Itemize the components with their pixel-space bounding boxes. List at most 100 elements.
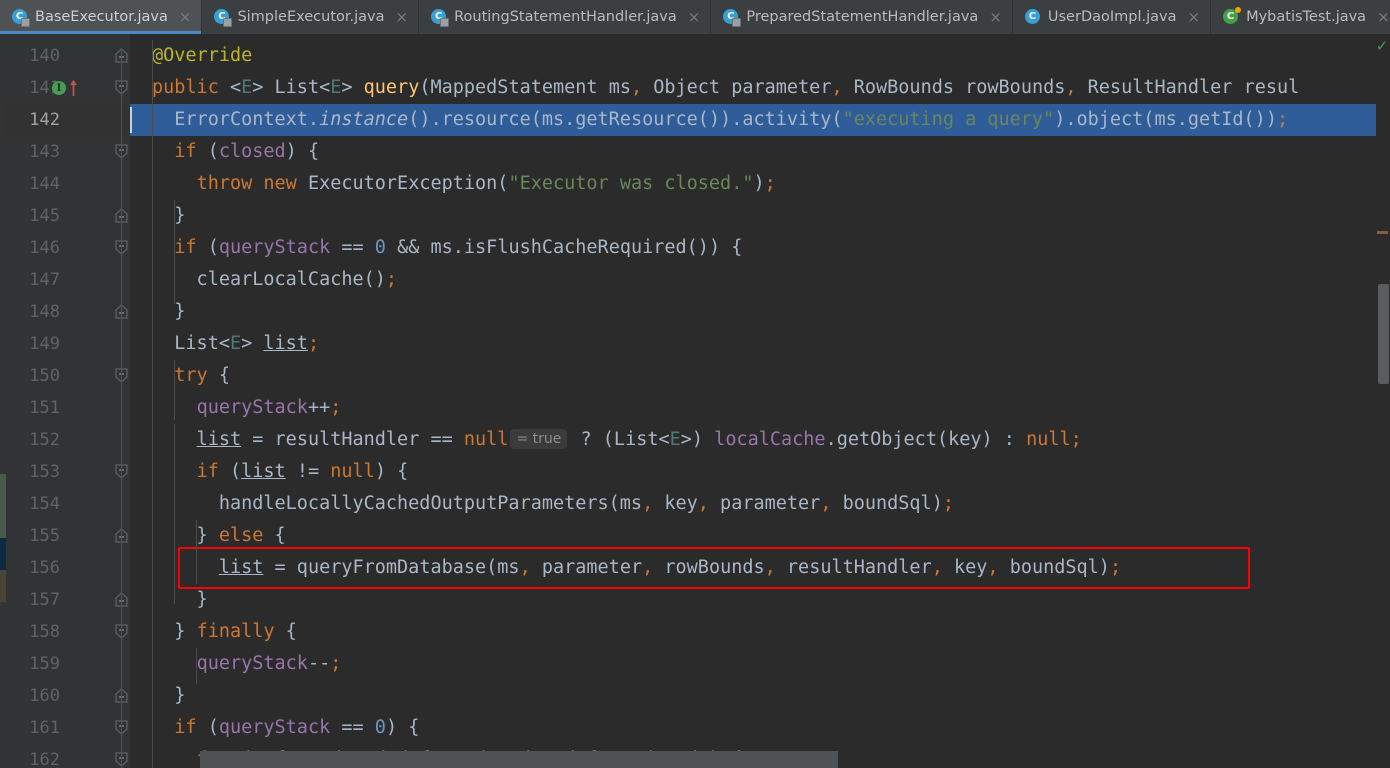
editor-tab-userdaoimpl[interactable]: C UserDaoImpl.java × [1012,0,1212,34]
line-number: 158 [29,622,60,642]
code-line-144[interactable]: throw new ExecutorException("Executor wa… [152,168,776,200]
gutter-line-149[interactable]: 149 [6,328,130,360]
editor-tab-label: BaseExecutor.java [35,8,168,25]
code-line-141[interactable]: public <E> List<E> query(MappedStatement… [152,72,1299,104]
gutter-line-159[interactable]: 159 [6,648,130,680]
tab-close-icon[interactable]: × [688,9,701,25]
line-number: 161 [29,718,60,738]
gutter-line-141[interactable]: 141 I [6,72,130,104]
line-number: 148 [29,302,60,322]
editor-tab-label: RoutingStatementHandler.java [454,8,677,25]
gutter-line-142[interactable]: 142 [6,104,130,136]
line-number: 154 [29,494,60,514]
code-line-149[interactable]: List<E> list; [152,328,319,360]
code-line-158[interactable]: } finally { [152,616,297,648]
code-line-145[interactable]: } [152,200,185,232]
editor-tab-baseexecutor[interactable]: C BaseExecutor.java × [0,0,203,34]
code-line-161[interactable]: if (queryStack == 0) { [152,712,419,744]
gutter-line-158[interactable]: 158 [6,616,130,648]
line-number: 160 [29,686,60,706]
code-line-150[interactable]: try { [152,360,230,392]
editor-tab-preparedstatementhandler[interactable]: C PreparedStatementHandler.java × [711,0,1013,34]
line-number: 159 [29,654,60,674]
code-line-153[interactable]: if (list != null) { [152,456,409,488]
gutter-line-147[interactable]: 147 [6,264,130,296]
indent-guide [196,648,197,684]
line-number: 162 [29,750,60,768]
java-class-icon: C [1024,9,1041,25]
tab-close-icon[interactable]: × [1188,9,1201,25]
code-line-154[interactable]: handleLocallyCachedOutputParameters(ms, … [152,488,954,520]
editor-tab-simpleexecutor[interactable]: C SimpleExecutor.java × [202,0,420,34]
gutter-line-146[interactable]: 146 [6,232,130,264]
code-line-152[interactable]: list = resultHandler == null = true ? (Li… [152,424,1082,456]
editor-tab-mybatistest[interactable]: C MybatisTest.java × [1211,0,1390,34]
bottom-popup-sliver [200,751,838,768]
line-number: 147 [29,270,60,290]
indent-guide [196,520,197,584]
code-editor[interactable]: 140 141 I 142 143 144 145 146 147 148 149 150 151 152… [0,34,1390,768]
gutter-line-153[interactable]: 153 [6,456,130,488]
gutter-line-157[interactable]: 157 [6,584,130,616]
line-number: 140 [29,46,60,66]
code-line-160[interactable]: } [152,680,185,712]
tab-close-icon[interactable]: × [179,9,192,25]
gutter-line-150[interactable]: 150 [6,360,130,392]
fold-connector-line [121,48,122,768]
vertical-scrollbar-thumb[interactable] [1378,284,1389,384]
editor-tab-routingstatementhandler[interactable]: C RoutingStatementHandler.java × [419,0,712,34]
java-class-icon: C [12,9,30,27]
text-caret [130,107,132,133]
java-test-class-icon: C [1223,7,1242,25]
inline-debug-hint: = true [510,429,568,449]
implementing-method-icon[interactable]: I [52,80,86,97]
code-line-140[interactable]: @Override [152,40,252,72]
line-number: 149 [29,334,60,354]
editor-tab-bar: C BaseExecutor.java × C SimpleExecutor.java ×… [0,0,1390,34]
line-number: 157 [29,590,60,610]
gutter-line-144[interactable]: 144 [6,168,130,200]
code-line-157[interactable]: } [152,584,208,616]
tab-close-icon[interactable]: × [1377,9,1390,25]
gutter-line-155[interactable]: 155 [6,520,130,552]
editor-tab-label: UserDaoImpl.java [1047,8,1177,25]
gutter-line-162[interactable]: 162 [6,744,130,768]
gutter-line-145[interactable]: 145 [6,200,130,232]
code-text-area[interactable]: @Override public <E> List<E> query(Mapped… [130,34,1390,768]
code-line-142[interactable]: ErrorContext.instance().resource(ms.getR… [152,104,1288,136]
gutter-line-156[interactable]: 156 [6,552,130,584]
line-number: 153 [29,462,60,482]
line-number-gutter[interactable]: 140 141 I 142 143 144 145 146 147 148 149 150 151 152… [6,34,130,768]
line-number: 143 [29,142,60,162]
line-number: 146 [29,238,60,258]
code-line-143[interactable]: if (closed) { [152,136,319,168]
line-number: 152 [29,430,60,450]
gutter-line-151[interactable]: 151 [6,392,130,424]
line-number: 151 [29,398,60,418]
gutter-line-154[interactable]: 154 [6,488,130,520]
code-line-151[interactable]: queryStack++; [152,392,342,424]
code-line-146[interactable]: if (queryStack == 0 && ms.isFlushCacheRe… [152,232,742,264]
gutter-line-161[interactable]: 161 [6,712,130,744]
code-line-147[interactable]: clearLocalCache(); [152,264,398,296]
ide-editor-window: C BaseExecutor.java × C SimpleExecutor.java ×… [0,0,1390,768]
tab-close-icon[interactable]: × [396,9,409,25]
line-number: 142 [29,110,60,130]
gutter-line-152[interactable]: 152 [6,424,130,456]
inspection-ok-icon[interactable]: ✓ [1377,38,1387,55]
gutter-line-160[interactable]: 160 [6,680,130,712]
gutter-line-148[interactable]: 148 [6,296,130,328]
error-stripe-and-scrollbar[interactable]: ✓ [1376,34,1390,768]
indent-guide [174,360,175,420]
java-class-icon: C [723,9,742,27]
code-line-159[interactable]: queryStack--; [152,648,342,680]
error-stripe-marker[interactable] [1377,231,1388,234]
code-line-155[interactable]: } else { [152,520,286,552]
code-line-156[interactable]: list = queryFromDatabase(ms, parameter, … [152,552,1121,584]
indent-guide [174,200,175,304]
tab-close-icon[interactable]: × [989,9,1002,25]
editor-tab-label: SimpleExecutor.java [237,8,385,25]
gutter-line-143[interactable]: 143 [6,136,130,168]
gutter-line-140[interactable]: 140 [6,40,130,72]
code-line-148[interactable]: } [152,296,185,328]
